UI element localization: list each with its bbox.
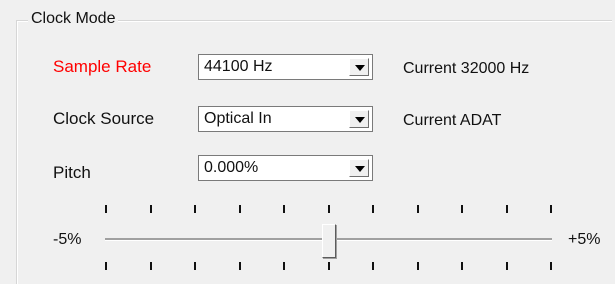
pitch-slider-tick-top (550, 205, 552, 213)
pitch-value: 0.000% (204, 159, 259, 176)
pitch-slider-tick-bottom (105, 262, 107, 270)
sample-rate-current: Current 32000 Hz (403, 60, 530, 77)
pitch-slider-tick-bottom (194, 262, 196, 270)
pitch-dropdown-arrow-icon[interactable] (349, 159, 369, 177)
pitch-slider-tick-bottom (239, 262, 241, 270)
sample-rate-dropdown[interactable]: 44100 Hz (198, 54, 373, 80)
pitch-slider-tick-top (194, 205, 196, 213)
pitch-slider-tick-bottom (328, 262, 330, 270)
pitch-slider-tick-bottom (372, 262, 374, 270)
clock-source-label: Clock Source (53, 109, 155, 128)
sample-rate-value: 44100 Hz (204, 58, 273, 75)
pitch-slider-max-label: +5% (568, 231, 601, 248)
pitch-slider-tick-bottom (150, 262, 152, 270)
sample-rate-dropdown-arrow-icon[interactable] (349, 58, 369, 76)
pitch-slider-tick-top (506, 205, 508, 213)
clock-source-current: Current ADAT (403, 112, 502, 129)
pitch-slider-tick-bottom (283, 262, 285, 270)
pitch-dropdown[interactable]: 0.000% (198, 155, 373, 181)
pitch-slider-thumb[interactable] (322, 224, 336, 258)
pitch-slider-tick-bottom (461, 262, 463, 270)
pitch-slider-tick-bottom (506, 262, 508, 270)
pitch-slider-min-label: -5% (53, 231, 82, 248)
group-title: Clock Mode (28, 9, 119, 29)
pitch-slider[interactable] (105, 205, 555, 275)
clock-source-dropdown-arrow-icon[interactable] (349, 110, 369, 128)
clock-source-dropdown[interactable]: Optical In (198, 106, 373, 132)
pitch-slider-tick-top (283, 205, 285, 213)
pitch-slider-tick-top (239, 205, 241, 213)
pitch-slider-tick-top (328, 205, 330, 213)
pitch-slider-tick-top (105, 205, 107, 213)
pitch-slider-tick-bottom (417, 262, 419, 270)
clock-mode-panel: Clock Mode Sample Rate 44100 Hz Current … (0, 0, 615, 284)
pitch-slider-tick-bottom (550, 262, 552, 270)
clock-source-value: Optical In (204, 110, 272, 127)
pitch-slider-tick-top (461, 205, 463, 213)
pitch-slider-tick-top (372, 205, 374, 213)
pitch-slider-tick-top (417, 205, 419, 213)
pitch-label: Pitch (53, 163, 91, 182)
pitch-slider-tick-top (150, 205, 152, 213)
sample-rate-label: Sample Rate (53, 57, 152, 76)
